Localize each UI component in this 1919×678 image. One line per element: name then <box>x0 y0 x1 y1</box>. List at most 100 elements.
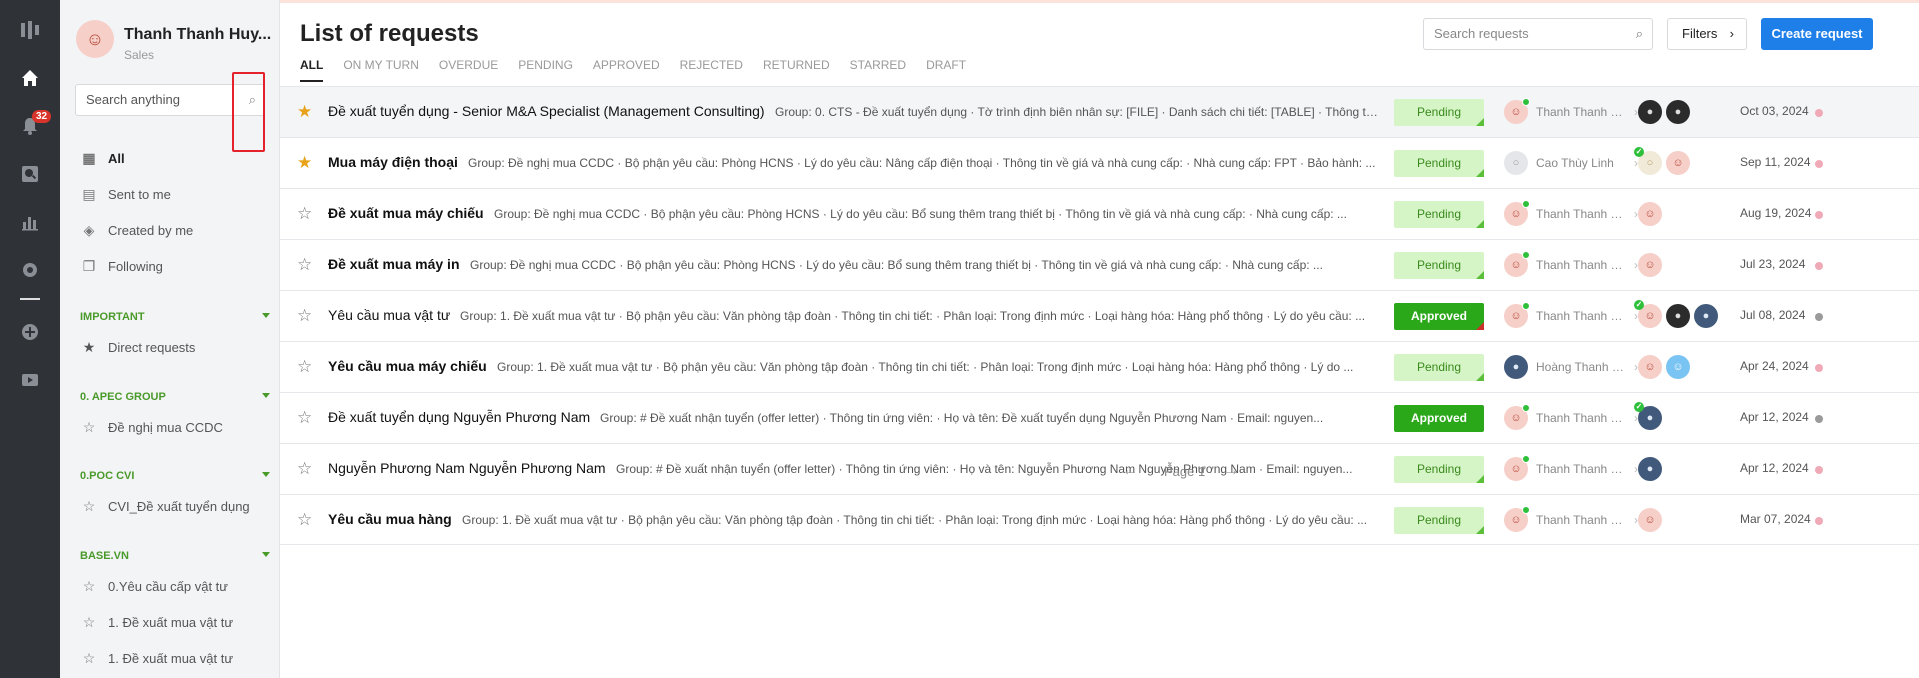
arrow-left-icon[interactable]: ← <box>1122 462 1138 480</box>
status-label: Pending <box>1416 360 1462 374</box>
tab-rejected[interactable]: REJECTED <box>680 58 743 82</box>
request-title[interactable]: Đề xuất tuyển dụng Nguyễn Phương Nam <box>328 409 590 425</box>
analytics-icon[interactable] <box>0 202 60 242</box>
table-row[interactable]: ☆ Yêu cầu mua vật tư Group: 1. Đề xuất m… <box>280 290 1919 341</box>
request-owner[interactable]: ☺ Thanh Thanh Hu... › <box>1504 251 1638 277</box>
settings-icon[interactable] <box>0 250 60 290</box>
sidebar-item-all[interactable]: ▦ All <box>80 147 124 169</box>
request-description: Group: 1. Đề xuất mua vật tư · Bộ phận y… <box>497 360 1354 374</box>
tab-returned[interactable]: RETURNED <box>763 58 830 82</box>
star-outline-icon[interactable]: ☆ <box>80 419 98 436</box>
table-row[interactable]: ☆ Đề xuất tuyển dụng Nguyễn Phương Nam G… <box>280 392 1919 443</box>
star-outline-icon[interactable]: ☆ <box>80 578 98 595</box>
request-owner[interactable]: ☺ Thanh Thanh Hu... › <box>1504 302 1638 328</box>
video-play-icon[interactable] <box>0 360 60 400</box>
request-owner[interactable]: ● Hoàng Thanh N... › <box>1504 355 1638 379</box>
star-filled-icon[interactable]: ★ <box>297 153 312 173</box>
table-row[interactable]: ☆ Yêu cầu mua máy chiếu Group: 1. Đề xuấ… <box>280 341 1919 392</box>
request-title[interactable]: Mua máy điện thoại <box>328 154 458 170</box>
sidebar-item-created-by-me[interactable]: ◈ Created by me <box>80 219 194 241</box>
pagination: ← Page 1 → <box>1122 462 1239 480</box>
status-corner <box>1476 271 1484 279</box>
sidebar-item-de-nghi-mua-ccdc[interactable]: ☆ Đề nghị mua CCDC <box>80 416 223 438</box>
request-owner[interactable]: ☺ Thanh Thanh Hu... › <box>1504 455 1638 481</box>
request-date: Apr 12, 2024 <box>1740 461 1809 475</box>
tab-all[interactable]: ALL <box>300 58 324 82</box>
notifications-icon[interactable]: 32 <box>0 106 60 146</box>
app-rail: 32 <box>0 0 60 678</box>
star-outline-icon[interactable]: ☆ <box>80 650 98 667</box>
status-corner <box>1476 526 1484 534</box>
star-outline-icon[interactable]: ☆ <box>297 204 312 224</box>
arrow-right-icon[interactable]: → <box>1223 462 1239 480</box>
tab-overdue[interactable]: OVERDUE <box>439 58 498 82</box>
status-dot <box>1815 109 1823 117</box>
star-outline-icon[interactable]: ☆ <box>80 614 98 631</box>
star-outline-icon[interactable]: ☆ <box>297 510 312 530</box>
request-search-input[interactable]: Search requests ⌕ <box>1423 18 1653 50</box>
tab-on-my-turn[interactable]: ON MY TURN <box>343 58 419 82</box>
user-profile[interactable]: ☺ Thanh Thanh Huy... Sales <box>76 20 271 62</box>
sidebar-item-following[interactable]: ❐ Following <box>80 255 163 277</box>
request-title[interactable]: Yêu cầu mua vật tư <box>328 307 450 323</box>
sidebar-item-yeu-cau-cap-vat-tu[interactable]: ☆ 0.Yêu cầu cấp vật tư <box>80 575 228 597</box>
star-outline-icon[interactable]: ☆ <box>80 498 98 515</box>
star-outline-icon[interactable]: ☆ <box>297 357 312 377</box>
request-title[interactable]: Yêu cầu mua hàng <box>328 511 452 527</box>
approver-avatars: ☺ ✓ ● ● <box>1634 300 1722 328</box>
search-report-icon[interactable] <box>0 154 60 194</box>
sidebar-item-direct-requests[interactable]: ★ Direct requests <box>80 336 196 358</box>
request-title[interactable]: Nguyễn Phương Nam Nguyễn Phương Nam <box>328 460 606 476</box>
request-owner[interactable]: ☺ Thanh Thanh Hu... › <box>1504 98 1638 124</box>
request-title[interactable]: Đề xuất tuyển dụng - Senior M&A Speciali… <box>328 103 765 119</box>
status-badge: Pending <box>1394 252 1484 279</box>
request-owner[interactable]: ☺ Thanh Thanh Hu... › <box>1504 404 1638 430</box>
section-title: IMPORTANT <box>80 311 145 323</box>
request-description: Group: Đề nghị mua CCDC · Bộ phận yêu cầ… <box>468 156 1376 170</box>
table-row[interactable]: ☆ Đề xuất mua máy in Group: Đề nghị mua … <box>280 239 1919 290</box>
table-row[interactable]: ★ Mua máy điện thoại Group: Đề nghị mua … <box>280 137 1919 188</box>
request-owner[interactable]: ☺ Thanh Thanh Hu... › <box>1504 506 1638 532</box>
section-poc-cvi[interactable]: 0.POC CVI <box>80 470 270 482</box>
sidebar-item-sent-to-me[interactable]: ▤ Sent to me <box>80 183 171 205</box>
star-outline-icon[interactable]: ☆ <box>297 306 312 326</box>
sidebar-item-de-xuat-mua-vat-tu-2[interactable]: ☆ 1. Đề xuất mua vật tư <box>80 647 233 669</box>
star-outline-icon[interactable]: ☆ <box>297 255 312 275</box>
table-row[interactable]: ☆ Nguyễn Phương Nam Nguyễn Phương Nam Gr… <box>280 443 1919 494</box>
status-dot <box>1815 160 1823 168</box>
section-base-vn[interactable]: BASE.VN <box>80 550 270 562</box>
request-owner[interactable]: ○ Cao Thùy Linh › <box>1504 151 1638 175</box>
filters-button[interactable]: Filters › <box>1667 18 1747 50</box>
request-title[interactable]: Đề xuất mua máy chiếu <box>328 205 484 221</box>
request-title[interactable]: Đề xuất mua máy in <box>328 256 460 272</box>
online-dot <box>1522 200 1530 208</box>
sidebar-item-de-xuat-mua-vat-tu[interactable]: ☆ 1. Đề xuất mua vật tư <box>80 611 233 633</box>
tab-pending[interactable]: PENDING <box>518 58 573 82</box>
approver-avatars: ☺ <box>1638 508 1666 532</box>
table-row[interactable]: ★ Đề xuất tuyển dụng - Senior M&A Specia… <box>280 86 1919 137</box>
request-owner[interactable]: ☺ Thanh Thanh Hu... › <box>1504 200 1638 226</box>
user-role: Sales <box>124 48 155 62</box>
table-row[interactable]: ☆ Yêu cầu mua hàng Group: 1. Đề xuất mua… <box>280 494 1919 545</box>
status-label: Approved <box>1410 411 1467 425</box>
avatar: ☺ <box>1638 202 1662 226</box>
table-row[interactable]: ☆ Đề xuất mua máy chiếu Group: Đề nghị m… <box>280 188 1919 239</box>
status-corner <box>1476 118 1484 126</box>
request-title[interactable]: Yêu cầu mua máy chiếu <box>328 358 487 374</box>
sidebar-item-cvi-de-xuat[interactable]: ☆ CVI_Đề xuất tuyển dụng <box>80 495 250 517</box>
section-apec-group[interactable]: 0. APEC GROUP <box>80 391 270 403</box>
section-important[interactable]: IMPORTANT <box>80 311 270 323</box>
tab-draft[interactable]: DRAFT <box>926 58 966 82</box>
status-corner <box>1476 475 1484 483</box>
status-badge: Approved <box>1394 303 1484 330</box>
create-request-button[interactable]: Create request <box>1761 18 1873 50</box>
tab-starred[interactable]: STARRED <box>850 58 906 82</box>
tab-approved[interactable]: APPROVED <box>593 58 660 82</box>
add-circle-icon[interactable] <box>0 312 60 352</box>
star-filled-icon[interactable]: ★ <box>297 102 312 122</box>
star-outline-icon[interactable]: ☆ <box>297 408 312 428</box>
check-icon: ✓ <box>1634 402 1644 412</box>
home-icon[interactable] <box>0 58 60 98</box>
star-outline-icon[interactable]: ☆ <box>297 459 312 479</box>
app-logo-icon[interactable] <box>0 10 60 50</box>
